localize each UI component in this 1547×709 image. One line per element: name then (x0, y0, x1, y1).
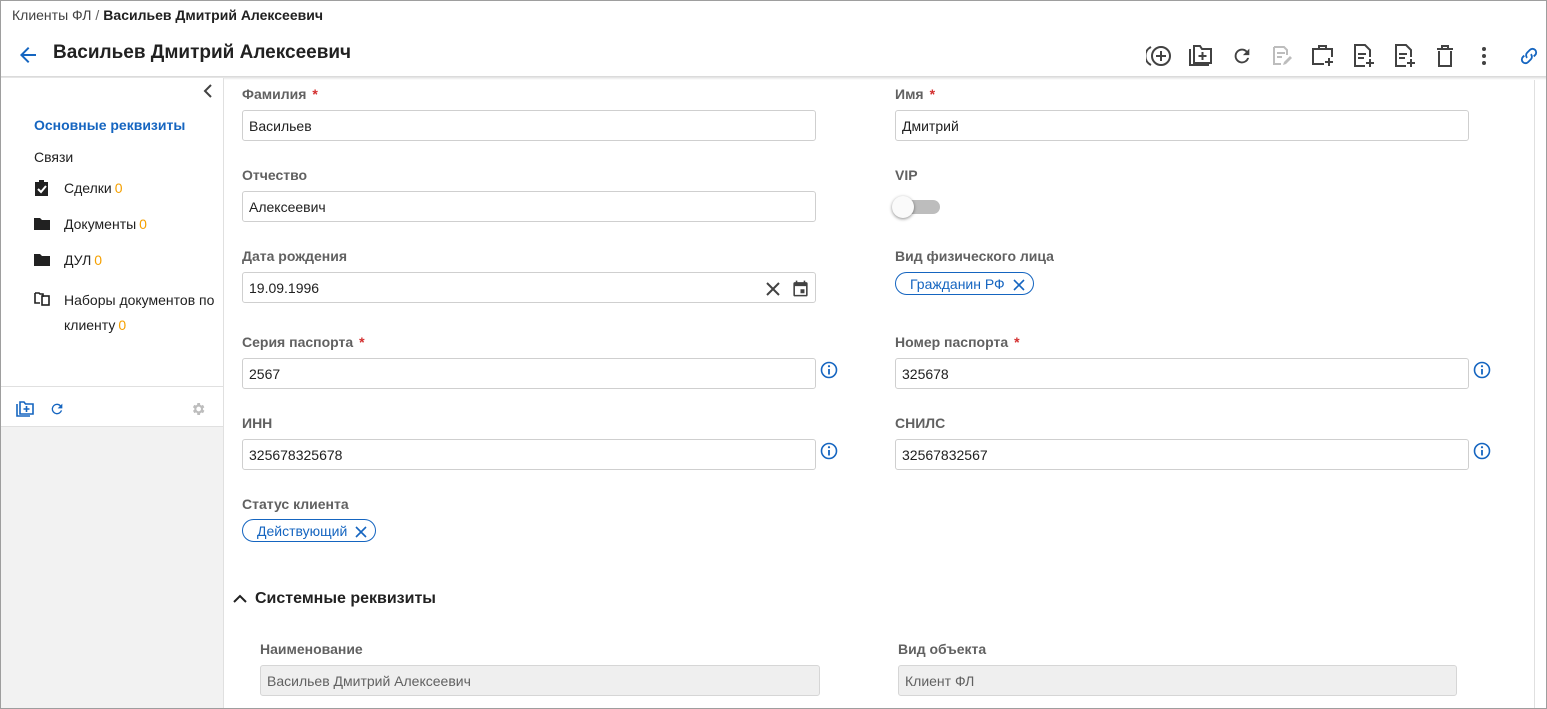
settings-icon[interactable] (190, 401, 208, 419)
system-name-label: Наименование (260, 641, 363, 657)
first-name-label: Имя * (895, 86, 936, 102)
calendar-icon[interactable] (791, 279, 810, 298)
passport-number-field[interactable]: 325678 (895, 358, 1469, 389)
page-title: Васильев Дмитрий Алексеевич (53, 42, 352, 63)
object-type-label: Вид объекта (898, 641, 987, 657)
sidebar-item-label: Сделки (64, 180, 112, 196)
deals-count: 0 (114, 180, 123, 196)
delete-icon[interactable] (1431, 42, 1459, 70)
remove-chip-icon[interactable] (355, 525, 367, 538)
breadcrumb-separator: / (95, 7, 100, 23)
person-type-chip[interactable]: Гражданин РФ (895, 272, 1034, 295)
add-document-alt-icon[interactable] (1391, 42, 1419, 70)
clear-icon[interactable] (765, 281, 781, 297)
back-arrow-icon[interactable] (16, 43, 40, 67)
toggle-knob (892, 196, 914, 218)
client-status-label: Статус клиента (242, 496, 349, 512)
info-icon[interactable] (820, 361, 838, 379)
sidebar-item-main-details[interactable]: Основные реквизиты (34, 117, 185, 133)
add-circle-icon[interactable] (1146, 42, 1174, 70)
person-type-chip-label: Гражданин РФ (910, 275, 1005, 292)
birth-date-field[interactable]: 19.09.1996 (242, 272, 816, 303)
inn-label: ИНН (242, 415, 273, 431)
sidebar-item-document-sets[interactable]: Наборы документов по клиенту 0 (64, 288, 219, 338)
passport-number-label: Номер паспорта * (895, 334, 1020, 350)
document-sets-count: 0 (118, 317, 127, 333)
snils-field[interactable]: 32567832567 (895, 439, 1469, 470)
sidebar-item-documents[interactable]: Документы 0 (64, 216, 147, 232)
system-section-toggle[interactable]: Системные реквизиты (233, 589, 436, 609)
toolbar (1146, 42, 1538, 70)
sidebar-item-id-documents[interactable]: ДУЛ 0 (64, 252, 102, 268)
folder-icon (33, 251, 51, 269)
breadcrumb-current: Васильев Дмитрий Алексеевич (103, 7, 323, 23)
breadcrumb-parent-link[interactable]: Клиенты ФЛ (12, 7, 91, 23)
folder-icon (33, 215, 51, 233)
middle-name-field[interactable]: Алексеевич (242, 191, 816, 222)
client-status-chip-label: Действующий (257, 522, 348, 539)
middle-name-label: Отчество (242, 167, 308, 183)
person-type-label: Вид физического лица (895, 248, 1054, 264)
documents-count: 0 (139, 216, 147, 232)
snils-label: СНИЛС (895, 415, 946, 431)
vip-label: VIP (895, 167, 918, 183)
sidebar-item-label: ДУЛ (64, 252, 92, 268)
client-status-chip[interactable]: Действующий (242, 519, 377, 542)
sidebar-item-label: Наборы документов по (64, 292, 215, 308)
sidebar-item-label-2: клиенту (64, 317, 116, 333)
info-icon[interactable] (1473, 442, 1491, 460)
system-section-title: Системные реквизиты (255, 590, 436, 607)
chevron-up-icon (233, 591, 247, 607)
first-name-field[interactable]: Дмитрий (895, 110, 1469, 141)
edit-document-icon[interactable] (1268, 42, 1296, 70)
more-vertical-icon[interactable] (1470, 42, 1498, 70)
document-set-icon (33, 288, 51, 306)
scrollbar-track[interactable] (1534, 80, 1535, 708)
info-icon[interactable] (1473, 361, 1491, 379)
sidebar-item-label: Документы (64, 216, 137, 232)
add-briefcase-icon[interactable] (1309, 42, 1337, 70)
info-icon[interactable] (820, 442, 838, 460)
add-folder-icon[interactable] (1187, 42, 1215, 70)
add-folder-icon[interactable] (16, 401, 34, 419)
sidebar-toolbar (1, 387, 223, 427)
last-name-field[interactable]: Васильев (242, 110, 816, 141)
refresh-icon[interactable] (49, 401, 67, 419)
inn-field[interactable]: 325678325678 (242, 439, 816, 470)
clipboard-check-icon (33, 179, 51, 197)
chevron-left-icon[interactable] (200, 83, 216, 99)
refresh-icon[interactable] (1228, 42, 1256, 70)
passport-series-field[interactable]: 2567 (242, 358, 816, 389)
add-document-icon[interactable] (1350, 42, 1378, 70)
link-icon[interactable] (1515, 42, 1543, 70)
passport-series-label: Серия паспорта * (242, 334, 365, 350)
object-type-field: Клиент ФЛ (898, 665, 1457, 696)
id-documents-count: 0 (94, 252, 103, 268)
birth-date-label: Дата рождения (242, 248, 348, 264)
system-name-field: Васильев Дмитрий Алексеевич (260, 665, 820, 696)
sidebar-item-links[interactable]: Связи (34, 149, 73, 165)
last-name-label: Фамилия * (242, 86, 318, 102)
sidebar-nav: Основные реквизиты Связи Сделки 0 Докумен… (1, 78, 223, 387)
remove-chip-icon[interactable] (1013, 278, 1025, 291)
breadcrumb: Клиенты ФЛ / Васильев Дмитрий Алексеевич (12, 7, 323, 23)
vip-toggle[interactable] (892, 196, 942, 218)
sidebar: Основные реквизиты Связи Сделки 0 Докумен… (1, 78, 224, 708)
header-divider (1, 76, 1546, 80)
sidebar-item-deals[interactable]: Сделки 0 (64, 180, 123, 196)
